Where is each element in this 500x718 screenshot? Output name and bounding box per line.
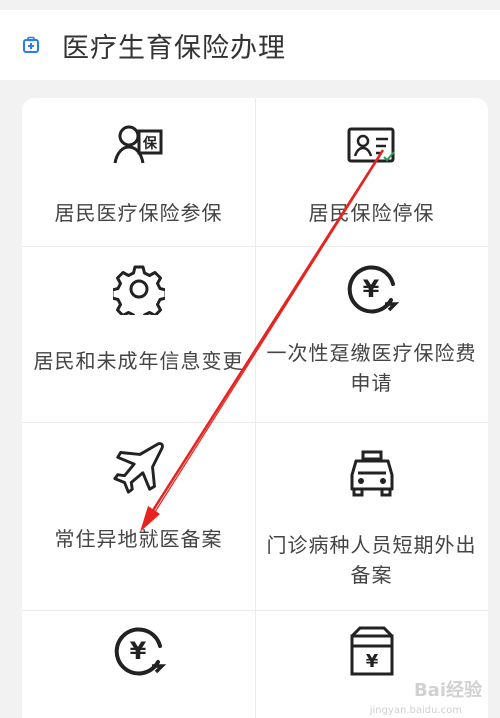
- tile-remote-medical-filing[interactable]: 常住异地就医备案: [22, 436, 255, 554]
- yuan-wallet-icon: ¥: [343, 622, 401, 680]
- svg-text:保: 保: [142, 135, 158, 152]
- medical-kit-icon: [22, 36, 40, 54]
- tile-account-transfer[interactable]: ¥: [22, 622, 255, 704]
- page-title: 医疗生育保险办理: [62, 32, 286, 64]
- svg-text:¥: ¥: [362, 275, 379, 303]
- yuan-coin-icon: ¥: [343, 260, 401, 318]
- service-grid-card: 保 居民医疗保险参保 居民保险停保 居民和未成年信息变更 ¥ 一次性趸缴医疗保险…: [22, 98, 488, 718]
- page-header: 医疗生育保险办理: [0, 10, 500, 80]
- id-card-check-icon: [343, 116, 401, 174]
- airplane-icon: [110, 436, 168, 498]
- tile-label: 常住异地就医备案: [54, 527, 223, 551]
- tile-info-change[interactable]: 居民和未成年信息变更: [22, 260, 255, 376]
- divider: [22, 246, 488, 247]
- svg-text:¥: ¥: [129, 637, 146, 665]
- tile-label: 居民医疗保险参保: [54, 201, 223, 225]
- yuan-coin-icon: ¥: [110, 622, 168, 680]
- divider: [22, 422, 488, 423]
- watermark: Bai经验: [413, 680, 482, 701]
- tile-outpatient-short-trip[interactable]: 门诊病种人员短期外出 备案: [255, 446, 488, 590]
- tile-lump-sum-payment[interactable]: ¥ 一次性趸缴医疗保险费 申请: [255, 260, 488, 398]
- tile-label: 居民保险停保: [308, 201, 435, 225]
- tile-label: 一次性趸缴医疗保险费 申请: [266, 341, 477, 395]
- taxi-icon: [343, 446, 401, 504]
- tile-label: 门诊病种人员短期外出 备案: [266, 533, 477, 587]
- watermark-url: jingyan.baidu.com: [369, 705, 462, 716]
- tile-label: 居民和未成年信息变更: [33, 349, 244, 373]
- svg-text:¥: ¥: [365, 651, 378, 672]
- person-insurance-icon: 保: [110, 116, 168, 174]
- tile-resident-stop-insurance[interactable]: 居民保险停保: [255, 116, 488, 228]
- tile-resident-medical-enroll[interactable]: 保 居民医疗保险参保: [22, 116, 255, 228]
- gear-icon: [110, 260, 168, 318]
- divider: [22, 610, 488, 611]
